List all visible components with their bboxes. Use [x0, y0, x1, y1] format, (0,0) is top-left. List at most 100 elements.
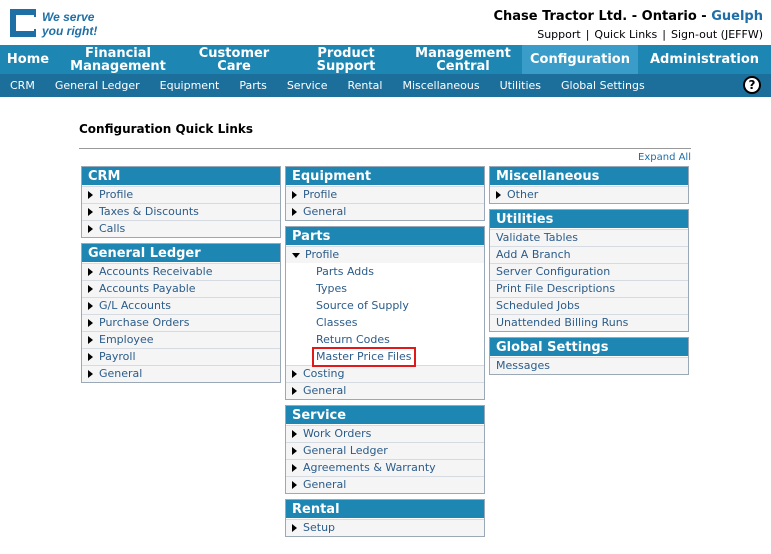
subnav-crm[interactable]: CRM [0, 79, 35, 92]
subnav-equipment[interactable]: Equipment [150, 79, 220, 92]
list-item[interactable]: Costing [286, 365, 484, 382]
location-link[interactable]: Guelph [711, 9, 763, 24]
tab-product-support[interactable]: Product Support [288, 45, 404, 74]
list-item[interactable]: Validate Tables [490, 229, 688, 246]
sub-item-classes[interactable]: Classes [286, 314, 484, 331]
expand-arrow-icon [292, 208, 297, 216]
list-item[interactable]: Messages [490, 357, 688, 374]
expand-arrow-icon [88, 225, 93, 233]
list-item[interactable]: Add A Branch [490, 246, 688, 263]
panel-service: Service Work Orders General Ledger Agree… [285, 405, 485, 494]
panel-title[interactable]: Utilities [490, 210, 688, 229]
expand-arrow-icon [88, 208, 93, 216]
list-item[interactable]: Purchase Orders [82, 314, 280, 331]
list-item[interactable]: General [286, 203, 484, 220]
panel-title[interactable]: Rental [286, 500, 484, 519]
item-label: Profile [305, 248, 340, 261]
tab-configuration[interactable]: Configuration [522, 45, 638, 74]
sub-item-types[interactable]: Types [286, 280, 484, 297]
item-label: Costing [303, 367, 345, 380]
list-item[interactable]: Accounts Receivable [82, 263, 280, 280]
item-label: Validate Tables [496, 231, 579, 244]
subnav-service[interactable]: Service [277, 79, 328, 92]
item-label: Taxes & Discounts [99, 205, 199, 218]
item-label: Setup [303, 521, 336, 534]
list-item[interactable]: Payroll [82, 348, 280, 365]
collapse-arrow-icon [292, 252, 300, 258]
subnav-parts[interactable]: Parts [229, 79, 266, 92]
list-item[interactable]: Setup [286, 519, 484, 536]
panel-title[interactable]: General Ledger [82, 244, 280, 263]
expand-arrow-icon [496, 191, 501, 199]
item-label: Add A Branch [496, 248, 571, 261]
tab-financial-management[interactable]: Financial Management [56, 45, 180, 74]
subnav-general-ledger[interactable]: General Ledger [45, 79, 140, 92]
list-item[interactable]: Profile [286, 246, 484, 263]
list-item[interactable]: Profile [286, 186, 484, 203]
item-label: Profile [99, 188, 134, 201]
subnav-rental[interactable]: Rental [337, 79, 382, 92]
panel-title[interactable]: Global Settings [490, 338, 688, 357]
list-item[interactable]: G/L Accounts [82, 297, 280, 314]
panel-title[interactable]: Service [286, 406, 484, 425]
column-1: CRM Profile Taxes & Discounts Calls Gene… [81, 166, 281, 388]
expand-arrow-icon [88, 370, 93, 378]
list-item[interactable]: General Ledger [286, 442, 484, 459]
item-label: Unattended Billing Runs [496, 316, 629, 329]
panel-title[interactable]: Equipment [286, 167, 484, 186]
panel-title[interactable]: Parts [286, 227, 484, 246]
subnav-utilities[interactable]: Utilities [490, 79, 541, 92]
item-label: General [303, 478, 347, 491]
company-logo[interactable]: We serve you right! [6, 5, 106, 41]
item-label: Messages [496, 359, 550, 372]
list-item[interactable]: Unattended Billing Runs [490, 314, 688, 331]
subnav-global-settings[interactable]: Global Settings [551, 79, 645, 92]
panel-general-ledger: General Ledger Accounts Receivable Accou… [81, 243, 281, 383]
panel-title[interactable]: Miscellaneous [490, 167, 688, 186]
list-item[interactable]: Work Orders [286, 425, 484, 442]
item-label: Server Configuration [496, 265, 611, 278]
list-item[interactable]: Other [490, 186, 688, 203]
item-label: Master Price Files [312, 346, 416, 367]
subnav-miscellaneous[interactable]: Miscellaneous [392, 79, 479, 92]
tab-home[interactable]: Home [0, 45, 56, 74]
panel-crm: CRM Profile Taxes & Discounts Calls [81, 166, 281, 238]
panel-miscellaneous: Miscellaneous Other [489, 166, 689, 204]
panel-utilities: Utilities Validate Tables Add A Branch S… [489, 209, 689, 332]
tab-customer-care[interactable]: Customer Care [180, 45, 288, 74]
help-icon[interactable]: ? [743, 76, 761, 94]
list-item[interactable]: Accounts Payable [82, 280, 280, 297]
list-item[interactable]: General [82, 365, 280, 382]
panel-parts: Parts Profile Parts Adds Types Source of… [285, 226, 485, 400]
list-item[interactable]: Server Configuration [490, 263, 688, 280]
support-link[interactable]: Support [537, 28, 580, 41]
expand-all-link[interactable]: Expand All [638, 152, 691, 163]
list-item[interactable]: Calls [82, 220, 280, 237]
list-item[interactable]: Scheduled Jobs [490, 297, 688, 314]
expand-arrow-icon [292, 447, 297, 455]
list-item[interactable]: General [286, 476, 484, 493]
list-item[interactable]: Agreements & Warranty [286, 459, 484, 476]
sub-item-source-of-supply[interactable]: Source of Supply [286, 297, 484, 314]
list-item[interactable]: Employee [82, 331, 280, 348]
expand-arrow-icon [88, 336, 93, 344]
item-label: General Ledger [303, 444, 388, 457]
quick-links-link[interactable]: Quick Links [594, 28, 657, 41]
list-item[interactable]: Profile [82, 186, 280, 203]
tab-administration[interactable]: Administration [638, 45, 771, 74]
item-label: Calls [99, 222, 126, 235]
sign-out-link[interactable]: Sign-out (JEFFW) [671, 28, 763, 41]
panel-title[interactable]: CRM [82, 167, 280, 186]
expand-arrow-icon [292, 464, 297, 472]
item-label: Source of Supply [316, 298, 409, 312]
title-divider [79, 148, 691, 149]
sub-item-parts-adds[interactable]: Parts Adds [286, 263, 484, 280]
tab-management-central[interactable]: Management Central [404, 45, 522, 74]
list-item[interactable]: Taxes & Discounts [82, 203, 280, 220]
list-item[interactable]: General [286, 382, 484, 399]
sub-item-return-codes[interactable]: Return Codes [286, 331, 484, 348]
list-item[interactable]: Print File Descriptions [490, 280, 688, 297]
expand-arrow-icon [292, 387, 297, 395]
sub-item-master-price-files[interactable]: Master Price Files [286, 346, 484, 367]
expand-arrow-icon [292, 524, 297, 532]
